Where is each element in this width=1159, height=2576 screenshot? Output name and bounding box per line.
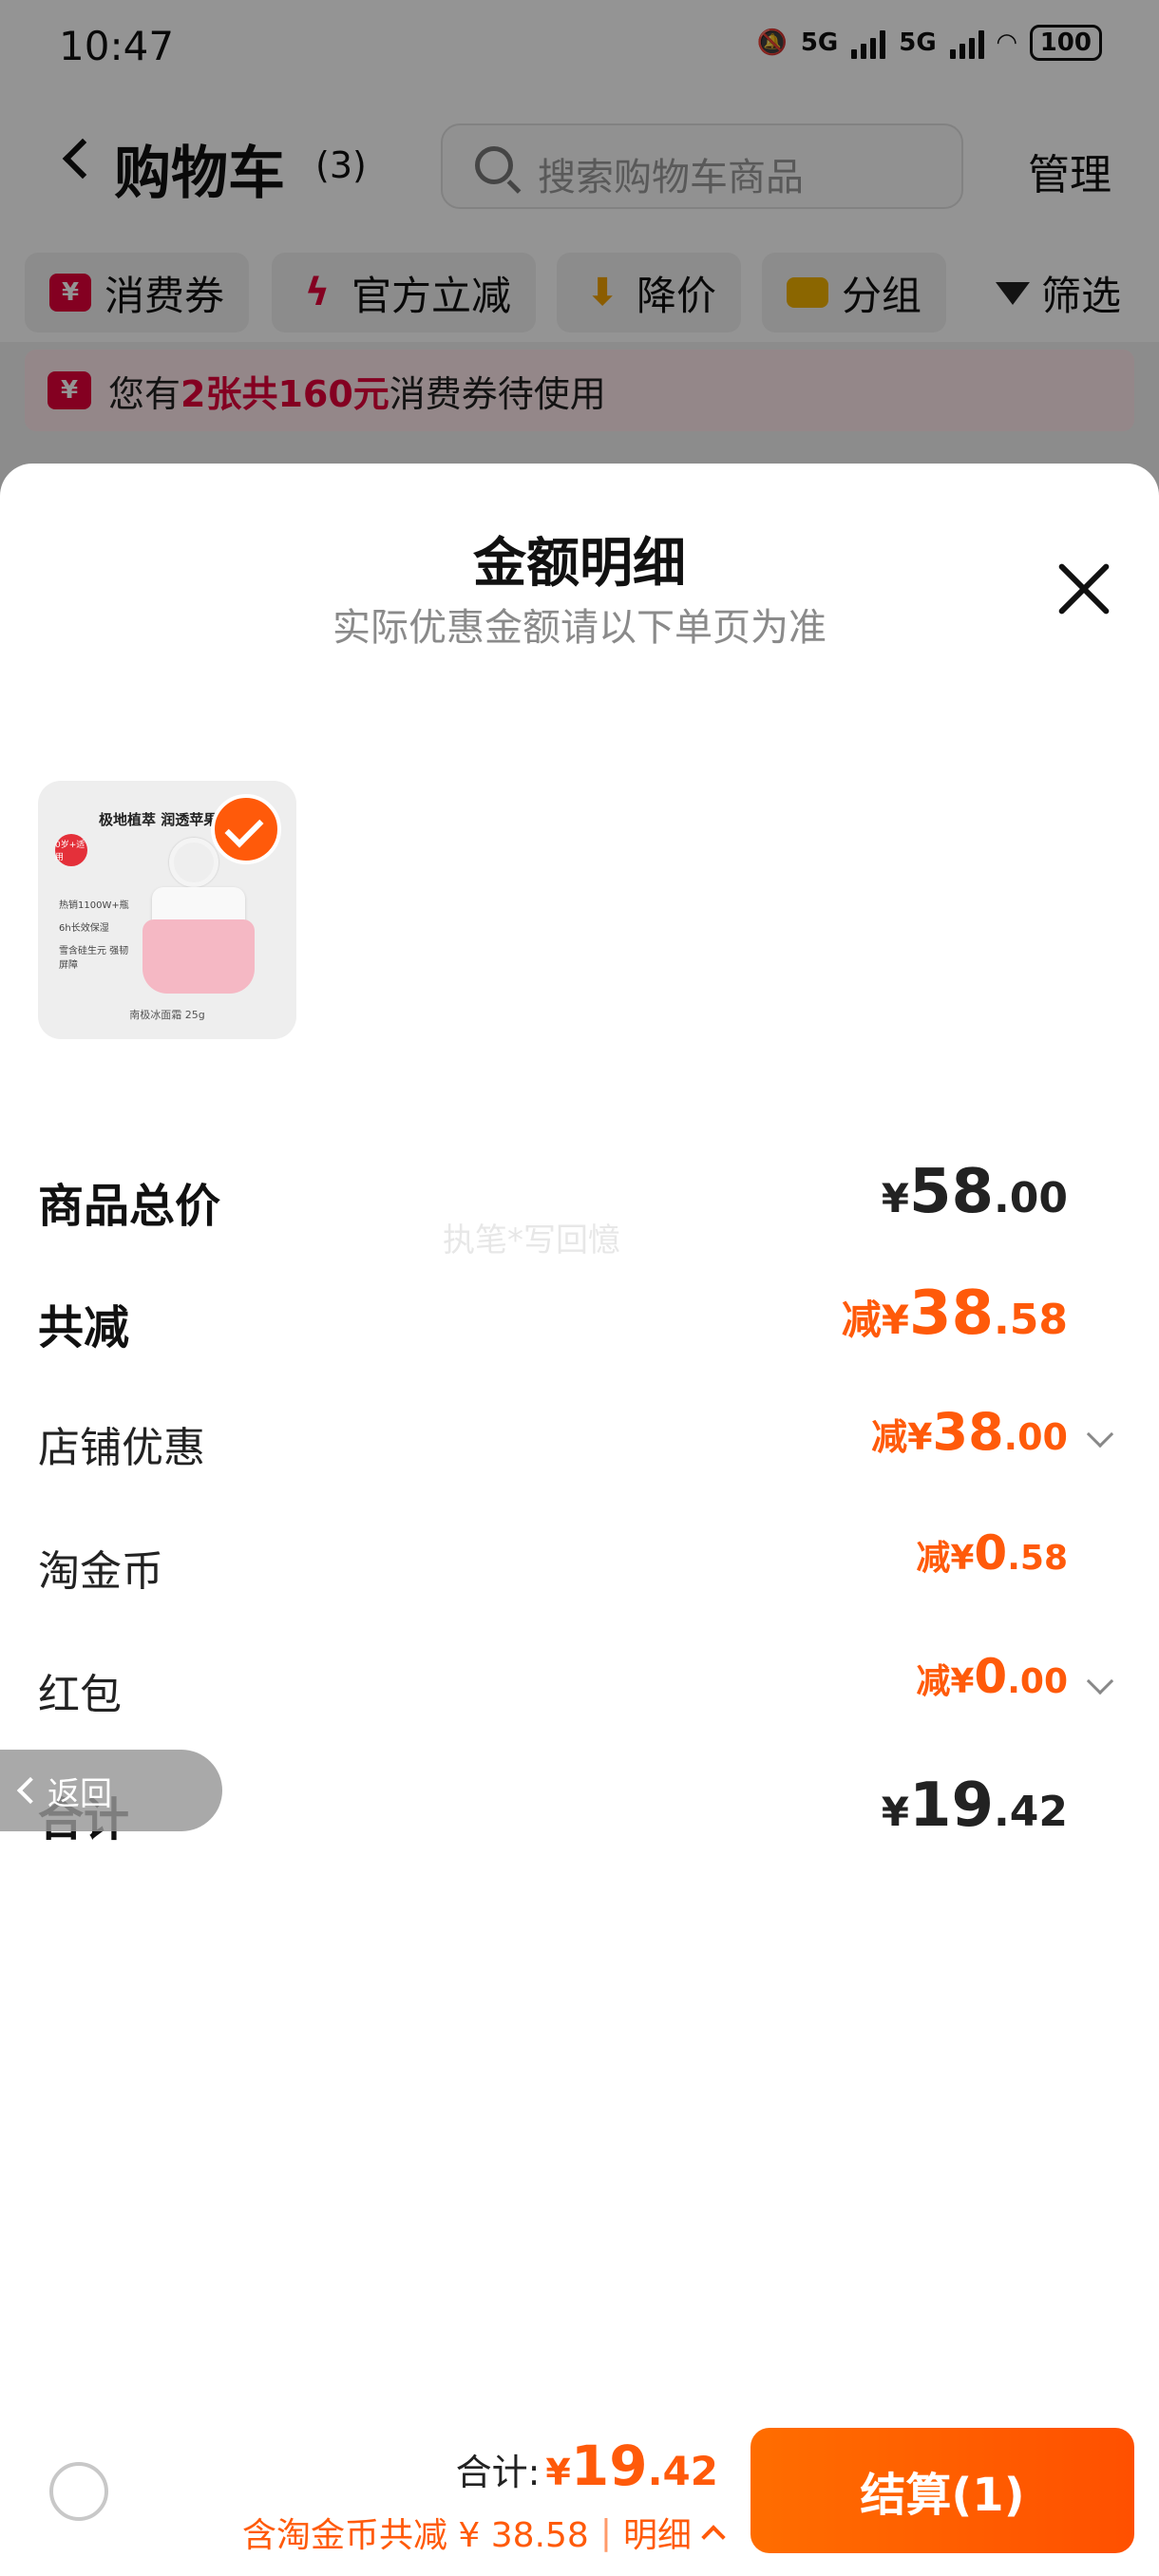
chevron-down-icon[interactable]: [1086, 1420, 1114, 1449]
savings-text: 含淘金币共减 ¥ 38.58: [241, 2516, 589, 2555]
amount-currency: ¥: [881, 1175, 909, 1222]
row-amount: 减¥ 0.00: [916, 1649, 1068, 1704]
divider: |: [599, 2512, 612, 2552]
amount-prefix: 减¥: [916, 1539, 975, 1578]
amount-details-sheet: 金额明细 实际优惠金额请以下单页为准 极地植萃 润透苹果 0岁+适用 热销110…: [0, 464, 1159, 2576]
amount-dec: .42: [994, 1788, 1068, 1836]
row-label: 红包: [38, 1671, 122, 1719]
total-int: 19: [570, 2434, 648, 2498]
checkout-bar: 合计: ¥19.42 含淘金币共减 ¥ 38.58 | 明细 结算(1): [0, 2413, 1159, 2576]
chevron-left-icon: [16, 1776, 45, 1805]
checkout-total: 合计: ¥19.42: [456, 2434, 718, 2498]
amount-int: 0: [974, 1525, 1008, 1581]
total-label: 合计:: [455, 2452, 541, 2493]
row-amount: ¥19.42: [882, 1771, 1068, 1841]
row-tao-coins: 淘金币 减¥ 0.58: [0, 1520, 1159, 1605]
select-all-radio[interactable]: [49, 2462, 108, 2521]
row-total-discount: 共减 减¥ 38.58: [0, 1273, 1159, 1358]
sheet-title: 金额明细: [473, 533, 686, 595]
amount-dec: .00: [994, 1174, 1068, 1222]
thumb-feature: 热销1100W+瓶: [59, 900, 129, 911]
amount-prefix: 减¥: [916, 1662, 975, 1701]
amount-int: 0: [974, 1649, 1008, 1704]
jar-lid: [152, 887, 245, 923]
amount-int: 19: [908, 1771, 995, 1841]
jar-ring: [169, 838, 218, 887]
chevron-up-icon: [701, 2525, 726, 2549]
sheet-subtitle: 实际优惠金额请以下单页为准: [332, 606, 826, 650]
jar-body: [142, 919, 255, 994]
amount-dec: .58: [1007, 1539, 1068, 1578]
total-currency: ¥: [545, 2452, 571, 2493]
row-red-packet[interactable]: 红包 减¥ 0.00: [0, 1643, 1159, 1729]
row-amount: 减¥ 38.58: [842, 1279, 1068, 1349]
row-label: 共减: [38, 1301, 130, 1354]
selected-check-icon[interactable]: [211, 794, 281, 864]
row-goods-total: 商品总价 ¥58.00: [0, 1151, 1159, 1237]
row-store-discount[interactable]: 店铺优惠 减¥ 38.00: [0, 1396, 1159, 1482]
row-amount: 减¥ 0.58: [916, 1525, 1068, 1581]
amount-dec: .00: [1007, 1662, 1068, 1701]
checkout-button[interactable]: 结算(1): [750, 2428, 1134, 2553]
amount-currency: ¥: [881, 1789, 909, 1835]
thumb-headline: 极地植萃 润透苹果: [99, 811, 218, 828]
details-label: 明细: [622, 2516, 692, 2555]
thumb-feature: 6h长效保湿: [59, 923, 109, 934]
back-label: 返回: [48, 1774, 112, 1813]
savings-summary[interactable]: 含淘金币共减 ¥ 38.58 | 明细: [241, 2508, 726, 2557]
amount-prefix: 减¥: [841, 1297, 909, 1343]
row-label: 店铺优惠: [38, 1424, 205, 1472]
row-label: 商品总价: [38, 1180, 221, 1233]
amount-int: 38: [908, 1279, 995, 1349]
thumb-caption: 南极冰面霜 25g: [129, 1009, 205, 1021]
row-amount: ¥58.00: [882, 1157, 1068, 1227]
amount-int: 38: [932, 1402, 1004, 1462]
row-label: 淘金币: [38, 1547, 163, 1596]
amount-dec: .58: [994, 1296, 1068, 1344]
amount-prefix: 减¥: [871, 1416, 933, 1458]
back-button[interactable]: 返回: [0, 1750, 222, 1831]
amount-int: 58: [908, 1157, 995, 1227]
total-dec: .42: [647, 2448, 718, 2494]
thumb-badge: 0岁+适用: [55, 834, 87, 866]
thumb-feature: 雪含硅生元 强韧屏障: [59, 946, 129, 971]
chevron-down-icon[interactable]: [1086, 1667, 1114, 1695]
amount-dec: .00: [1003, 1416, 1068, 1458]
row-amount: 减¥ 38.00: [871, 1402, 1068, 1462]
close-icon[interactable]: [1054, 559, 1115, 619]
